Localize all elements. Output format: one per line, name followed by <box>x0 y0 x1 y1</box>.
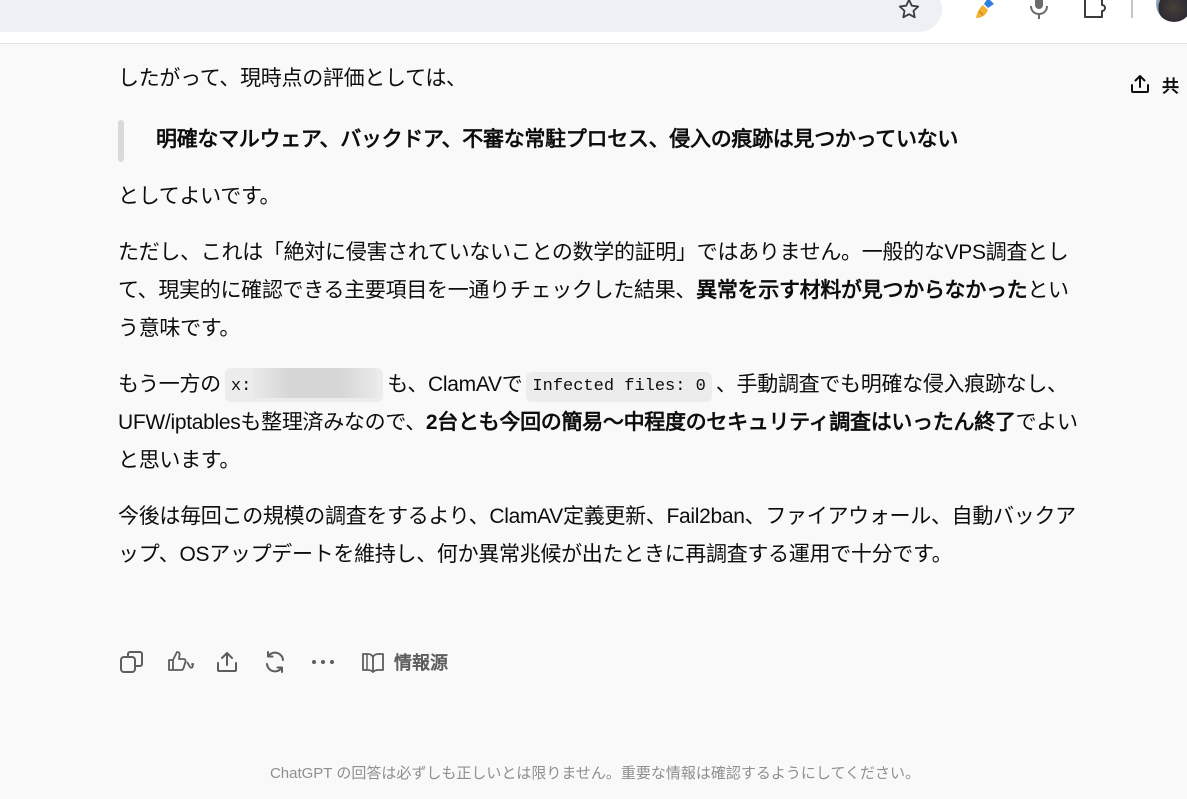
puzzle-extension-icon[interactable] <box>1080 0 1108 22</box>
blockquote-text: 明確なマルウェア、バックドア、不審な常駐プロセス、侵入の痕跡は見つかっていない <box>156 128 959 151</box>
message-paragraph: したがって、現時点の評価としては、 <box>118 67 467 90</box>
more-options-button[interactable] <box>310 646 358 678</box>
microphone-icon[interactable] <box>1026 0 1052 22</box>
browser-toolbar: ee-bc96-50a42b19e207 <box>0 0 1187 44</box>
feedback-button[interactable] <box>166 646 214 678</box>
message-paragraph: もう一方の x: も、ClamAVで Infected files: 0 、手動調査でも… <box>118 366 1080 480</box>
book-icon <box>362 653 384 673</box>
more-horizontal-icon <box>312 660 334 664</box>
share-response-button[interactable] <box>214 646 262 678</box>
blockquote: 明確なマルウェア、バックドア、不審な常駐プロセス、侵入の痕跡は見つかっていない <box>118 120 1080 162</box>
message-paragraph: としてよいです。 <box>118 185 281 208</box>
toolbar-divider <box>1131 0 1133 18</box>
bold-text: 異常を示す材料が見つからなかった <box>696 279 1028 302</box>
inline-code-text: x: <box>230 377 252 396</box>
text-span: もう一方の <box>118 373 221 396</box>
text-span: も、ClamAVで <box>387 373 523 396</box>
star-icon[interactable] <box>896 0 922 22</box>
address-bar[interactable]: ee-bc96-50a42b19e207 <box>0 0 942 32</box>
regenerate-button[interactable] <box>262 646 310 678</box>
share-icon <box>1131 75 1149 93</box>
copy-button[interactable] <box>118 646 166 678</box>
share-button[interactable]: 共 <box>1128 70 1179 98</box>
inline-code: Infected files: 0 <box>526 372 712 402</box>
brush-extension-icon[interactable] <box>970 0 1000 24</box>
message-action-bar: 情報源 <box>118 646 448 678</box>
sources-label: 情報源 <box>394 653 448 673</box>
sources-button[interactable]: 情報源 <box>360 649 448 675</box>
bold-text: 2台とも今回の簡易〜中程度のセキュリティ調査はいったん終了 <box>425 411 1016 434</box>
message-paragraph: 今後は毎回この規模の調査をするより、ClamAV定義更新、Fail2ban、ファ… <box>118 505 1076 566</box>
address-bar-url[interactable]: ee-bc96-50a42b19e207 <box>0 0 182 6</box>
assistant-message: したがって、現時点の評価としては、 明確なマルウェア、バックドア、不審な常駐プロ… <box>118 60 1080 592</box>
share-label: 共 <box>1162 76 1179 96</box>
disclaimer-footer: ChatGPT の回答は必ずしも正しいとは限りません。重要な情報は確認するように… <box>269 765 921 782</box>
inline-code: x: <box>224 368 384 402</box>
copy-icon <box>120 651 143 673</box>
profile-avatar[interactable] <box>1156 0 1187 22</box>
message-paragraph: ただし、これは「絶対に侵害されていないことの数学的証明」ではありません。一般的な… <box>118 234 1080 348</box>
refresh-icon <box>266 651 284 673</box>
share-icon <box>217 652 237 672</box>
thumbs-up-down-icon <box>168 651 194 671</box>
redacted-block <box>253 368 378 398</box>
